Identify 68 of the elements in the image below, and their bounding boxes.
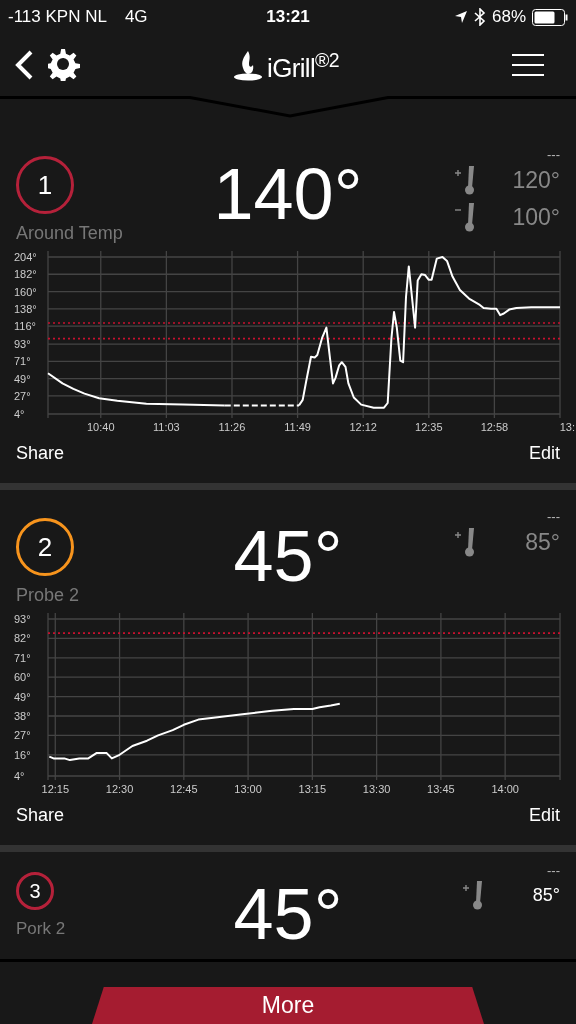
- axis-label: 12:12: [349, 421, 377, 433]
- range-label: ---: [547, 510, 560, 523]
- more-button[interactable]: More: [92, 987, 484, 1024]
- axis-label: 60°: [14, 671, 31, 684]
- axis-label: 204°: [14, 251, 37, 263]
- range-label: ---: [547, 148, 560, 161]
- battery-text: 68%: [491, 6, 526, 29]
- axis-label: 49°: [14, 690, 31, 703]
- axis-label: 11:03: [153, 421, 180, 433]
- probe-number-badge: 1: [16, 156, 74, 214]
- temperature-reading: 45°: [232, 873, 344, 950]
- flame-logo-icon: [233, 49, 263, 81]
- action-link[interactable]: Edit: [528, 802, 560, 829]
- axis-label: 93°: [14, 613, 31, 625]
- axis-label: 11:26: [218, 421, 246, 433]
- probe-name: Pork 2: [16, 918, 67, 940]
- clock-text: 13:21: [265, 6, 311, 29]
- axis-label: 82°: [14, 632, 31, 645]
- axis-label: 4°: [14, 408, 25, 420]
- axis-label: 12:15: [41, 783, 70, 795]
- axis-label: 12:35: [415, 421, 443, 433]
- temperature-reading: 140°: [212, 156, 364, 230]
- probe-number-badge: 3: [16, 872, 54, 910]
- axis-label: 12:45: [170, 783, 198, 795]
- probe-name: Around Temp: [16, 222, 124, 245]
- action-link[interactable]: Share: [16, 802, 65, 829]
- axis-label: 38°: [14, 710, 31, 722]
- axis-label: 71°: [14, 355, 31, 368]
- axis-label: 27°: [14, 389, 31, 402]
- axis-label: 27°: [14, 729, 31, 742]
- target-temperature: 100°: [511, 202, 560, 232]
- probe-number-badge: 2: [16, 518, 74, 576]
- axis-label: 13:00: [234, 783, 262, 795]
- target-temperature: 120°: [511, 166, 560, 195]
- target-temperature: 85°: [524, 528, 560, 557]
- action-link[interactable]: Edit: [528, 440, 560, 467]
- settings-icon[interactable]: [48, 49, 80, 81]
- temperature-reading: 45°: [232, 518, 344, 592]
- axis-label: 12:30: [105, 783, 134, 795]
- menu-icon[interactable]: [512, 53, 544, 77]
- back-icon[interactable]: [14, 50, 34, 80]
- battery-icon: [532, 8, 568, 26]
- probe-name: Probe 2: [16, 584, 81, 607]
- axis-label: 71°: [14, 651, 31, 664]
- axis-label: 11:49: [284, 421, 311, 433]
- axis-label: 13:15: [298, 783, 327, 795]
- logo-text: iGrill$^{®2}$: [267, 55, 339, 81]
- axis-label: 12:58: [480, 421, 509, 433]
- axis-label: 13:45: [427, 783, 455, 795]
- carrier-text: -113 KPN NL: [8, 6, 107, 29]
- target-temperature: 85°: [531, 883, 560, 907]
- bluetooth-icon: [473, 8, 486, 26]
- axis-label: 138°: [14, 302, 37, 315]
- network-text: 4G: [124, 6, 148, 29]
- location-icon: [453, 10, 468, 24]
- axis-label: 116°: [14, 320, 36, 333]
- axis-label: 4°: [14, 770, 25, 782]
- axis-label: 93°: [14, 338, 31, 351]
- axis-label: 16°: [14, 748, 31, 761]
- range-label: ---: [547, 864, 560, 877]
- axis-label: 182°: [14, 268, 37, 281]
- axis-label: 10:40: [87, 421, 115, 433]
- action-link[interactable]: Share: [16, 440, 65, 467]
- axis-label: 160°: [14, 285, 37, 298]
- axis-label: 49°: [14, 372, 31, 385]
- axis-label: 13:30: [362, 783, 391, 795]
- axis-label: 14:00: [491, 783, 519, 795]
- axis-label: 13:: [559, 421, 575, 433]
